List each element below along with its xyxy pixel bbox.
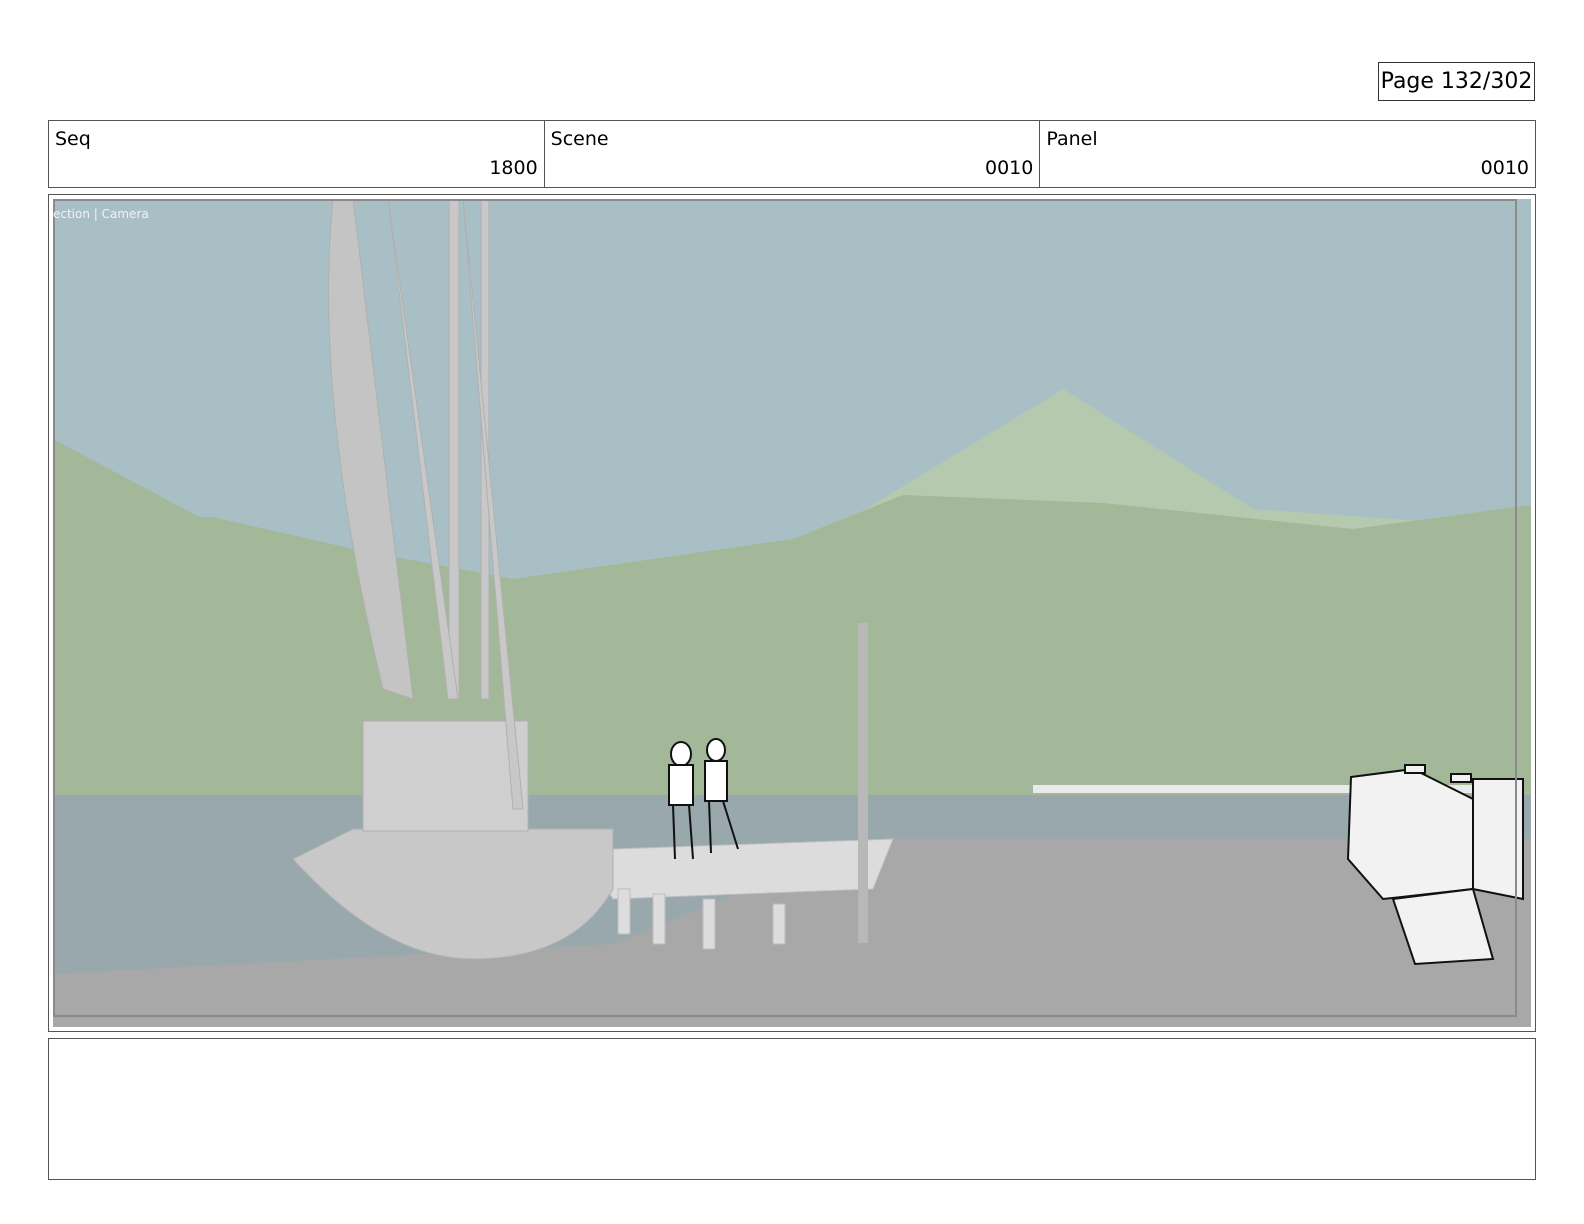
panel-label: Panel	[1046, 128, 1098, 150]
panel-cell: Panel 0010	[1040, 121, 1535, 187]
page-number: Page 132/302	[1378, 62, 1535, 101]
scene-value: 0010	[984, 157, 1034, 179]
panel-value: 0010	[1480, 157, 1530, 179]
viewport-label: ection | Camera	[53, 207, 149, 221]
pier-post	[858, 623, 868, 943]
panel-header: Seq 1800 Scene 0010 Panel 0010	[48, 120, 1536, 188]
seq-label: Seq	[55, 128, 91, 150]
seq-value: 1800	[489, 157, 538, 179]
scene-cell: Scene 0010	[545, 121, 1041, 187]
storyboard-image	[53, 199, 1531, 1027]
notes-box	[48, 1038, 1536, 1180]
seq-cell: Seq 1800	[49, 121, 545, 187]
scene-label: Scene	[550, 128, 609, 150]
storyboard-frame: ection | Camera	[48, 194, 1536, 1032]
hills	[53, 495, 1531, 809]
